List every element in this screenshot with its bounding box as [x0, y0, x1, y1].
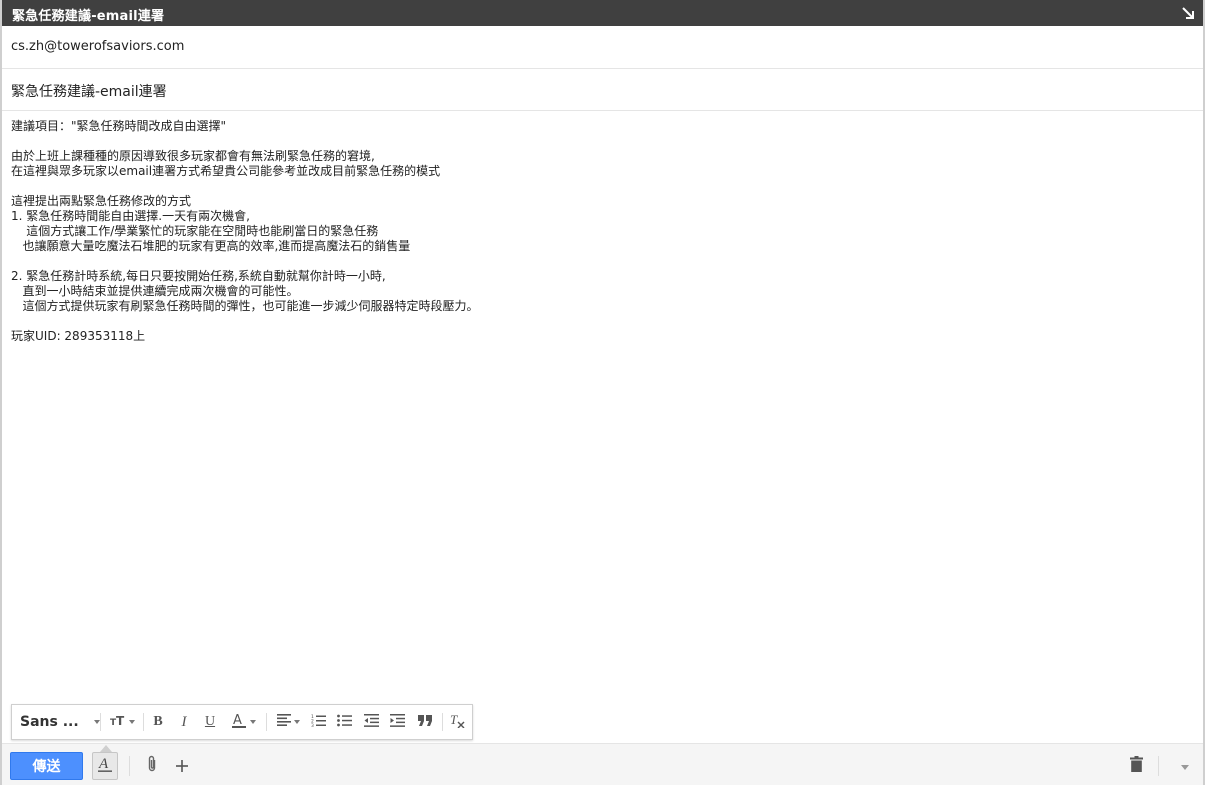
- body-line: [11, 314, 1191, 329]
- chevron-down-icon: [249, 720, 256, 724]
- compose-title: 緊急任務建議-email連署: [12, 9, 165, 24]
- align-icon: [276, 714, 291, 730]
- paperclip-icon: [146, 755, 158, 777]
- trash-icon: [1129, 756, 1143, 776]
- more-options-icon[interactable]: [1181, 765, 1189, 770]
- underline-icon: U: [204, 714, 216, 729]
- body-line: 2. 緊急任務計時系統,每日只要按開始任務,系統自動就幫你計時一小時,: [11, 269, 386, 283]
- svg-text:3: 3: [311, 723, 314, 727]
- body-line: 在這裡與眾多玩家以email連署方式希望貴公司能參考並改成目前緊急任務的模式: [11, 164, 441, 178]
- compose-titlebar[interactable]: 緊急任務建議-email連署: [2, 0, 1203, 26]
- remove-formatting-button[interactable]: T: [446, 705, 468, 739]
- action-divider: [1158, 756, 1159, 776]
- formatting-toolbar: Sans ... T T B I U A 1 2 3 T: [11, 704, 473, 740]
- svg-text:T: T: [116, 714, 125, 726]
- bold-button[interactable]: B: [148, 705, 168, 739]
- discard-draft-button[interactable]: [1125, 755, 1147, 777]
- font-family-select[interactable]: Sans ...: [20, 705, 100, 739]
- indent-less-icon: [363, 713, 379, 731]
- message-body[interactable]: 建議項目："緊急任務時間改成自由選擇" 由於上班上課種種的原因導致很多玩家都會有…: [11, 119, 1191, 699]
- toolbar-divider: [442, 713, 443, 731]
- numbered-list-button[interactable]: 1 2 3: [307, 705, 329, 739]
- body-line: [11, 254, 1191, 269]
- compose-action-bar: 傳送 A: [2, 743, 1203, 785]
- body-line: 由於上班上課種種的原因導致很多玩家都會有無法刷緊急任務的窘境,: [11, 149, 375, 163]
- toolbar-divider: [266, 713, 267, 731]
- to-recipient: cs.zh@towerofsaviors.com: [11, 39, 185, 54]
- formatting-options-button[interactable]: A: [92, 745, 118, 780]
- chevron-down-icon: [293, 720, 300, 724]
- body-line: 1. 緊急任務時間能自由選擇.一天有兩次機會,: [11, 209, 250, 223]
- remove-formatting-icon: T: [449, 712, 465, 732]
- body-line: 也讓願意大量吃魔法石堆肥的玩家有更高的效率,進而提高魔法石的銷售量: [11, 239, 411, 253]
- plus-icon: [176, 757, 188, 776]
- indent-more-button[interactable]: [386, 705, 408, 739]
- svg-text:A: A: [98, 756, 109, 772]
- svg-text:A: A: [233, 713, 242, 728]
- toolbar-divider: [100, 713, 101, 731]
- body-line: [11, 134, 1191, 149]
- italic-icon: I: [181, 713, 187, 730]
- body-line: 這個方式提供玩家有刷緊急任務時間的彈性，也可能進一步減少伺服器特定時段壓力。: [11, 299, 479, 313]
- body-line: 建議項目："緊急任務時間改成自由選擇": [11, 119, 227, 133]
- text-color-button[interactable]: A: [226, 705, 260, 739]
- send-button[interactable]: 傳送: [10, 752, 83, 780]
- formatting-icon: A: [97, 755, 113, 777]
- indent-less-button[interactable]: [360, 705, 382, 739]
- svg-text:T: T: [450, 712, 458, 727]
- body-line: 這裡提出兩點緊急任務修改的方式: [11, 194, 192, 208]
- italic-button[interactable]: I: [174, 705, 194, 739]
- font-size-button[interactable]: T T: [106, 705, 138, 739]
- compose-window: 緊急任務建議-email連署 cs.zh@towerofsaviors.com …: [0, 0, 1205, 785]
- underline-button[interactable]: U: [200, 705, 220, 739]
- action-divider: [129, 756, 130, 776]
- attach-files-button[interactable]: [141, 755, 163, 777]
- subject-text: 緊急任務建議-email連署: [11, 84, 167, 100]
- font-family-label: Sans ...: [20, 714, 79, 730]
- font-size-icon: T T: [110, 714, 126, 730]
- numbered-list-icon: 1 2 3: [311, 714, 326, 731]
- body-line: 玩家UID: 289353118上: [11, 329, 146, 343]
- toolbar-pointer: [100, 745, 112, 752]
- popout-icon[interactable]: [1179, 4, 1197, 22]
- text-color-icon: A: [231, 712, 247, 732]
- quote-button[interactable]: [414, 705, 436, 739]
- align-button[interactable]: [272, 705, 304, 739]
- bulleted-list-icon: [336, 714, 352, 731]
- chevron-down-icon: [128, 720, 135, 724]
- subject-field[interactable]: 緊急任務建議-email連署: [2, 69, 1203, 111]
- body-line: 直到一小時結束並提供連續完成兩次機會的可能性。: [11, 284, 299, 298]
- indent-more-icon: [389, 713, 405, 731]
- bold-icon: B: [153, 714, 163, 729]
- bulleted-list-button[interactable]: [333, 705, 355, 739]
- toolbar-divider: [143, 713, 144, 731]
- insert-more-button[interactable]: [171, 755, 193, 777]
- quote-icon: [417, 714, 433, 730]
- to-field[interactable]: cs.zh@towerofsaviors.com: [2, 26, 1203, 69]
- body-line: 這個方式讓工作/學業繁忙的玩家能在空閒時也能刷當日的緊急任務: [11, 224, 379, 238]
- body-line: [11, 179, 1191, 194]
